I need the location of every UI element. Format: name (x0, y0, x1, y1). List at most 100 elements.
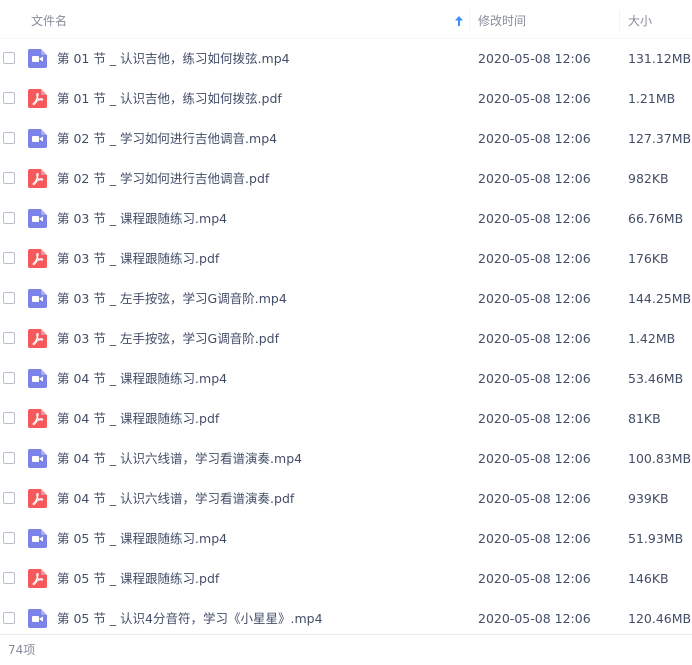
pdf-file-icon (28, 169, 47, 188)
file-name[interactable]: 第 03 节 _ 左手按弦，学习G调音阶.mp4 (57, 279, 287, 319)
file-list-header: 文件名 修改时间 大小 (0, 0, 692, 39)
pdf-file-icon (28, 569, 47, 588)
column-divider[interactable] (469, 10, 470, 32)
file-name[interactable]: 第 05 节 _ 认识4分音符，学习《小星星》.mp4 (57, 599, 323, 639)
file-size: 146KB (628, 571, 669, 586)
file-name[interactable]: 第 02 节 _ 学习如何进行吉他调音.mp4 (57, 119, 277, 159)
row-checkbox[interactable] (3, 332, 15, 344)
file-row[interactable]: 第 04 节 _ 认识六线谱，学习看谱演奏.mp4 2020-05-08 12:0… (0, 439, 692, 479)
sort-ascending-icon[interactable] (453, 0, 465, 39)
file-name[interactable]: 第 01 节 _ 认识吉他，练习如何拨弦.pdf (57, 79, 282, 119)
row-checkbox[interactable] (3, 492, 15, 504)
row-checkbox[interactable] (3, 452, 15, 464)
file-row[interactable]: 第 04 节 _ 课程跟随练习.pdf 2020-05-08 12:06 81KB (0, 399, 692, 439)
file-modified-time: 2020-05-08 12:06 (478, 291, 591, 306)
video-file-icon (28, 529, 47, 548)
file-size: 176KB (628, 251, 669, 266)
file-size: 120.46MB (628, 611, 692, 626)
row-checkbox[interactable] (3, 612, 15, 624)
file-size: 939KB (628, 491, 669, 506)
video-file-icon (28, 289, 47, 308)
file-size: 1.42MB (628, 331, 676, 346)
file-size: 100.83MB (628, 451, 692, 466)
file-modified-time: 2020-05-08 12:06 (478, 211, 591, 226)
file-name[interactable]: 第 04 节 _ 课程跟随练习.mp4 (57, 359, 227, 399)
row-checkbox[interactable] (3, 532, 15, 544)
row-checkbox[interactable] (3, 52, 15, 64)
file-row[interactable]: 第 05 节 _ 课程跟随练习.mp4 2020-05-08 12:06 51.93… (0, 519, 692, 559)
status-bar: 74项 (0, 634, 692, 663)
file-modified-time: 2020-05-08 12:06 (478, 611, 591, 626)
row-checkbox[interactable] (3, 572, 15, 584)
item-count: 74项 (8, 643, 36, 657)
pdf-file-icon (28, 329, 47, 348)
file-row[interactable]: 第 02 节 _ 学习如何进行吉他调音.pdf 2020-05-08 12:06 9… (0, 159, 692, 199)
row-checkbox[interactable] (3, 172, 15, 184)
file-name[interactable]: 第 04 节 _ 认识六线谱，学习看谱演奏.mp4 (57, 439, 302, 479)
file-name[interactable]: 第 03 节 _ 课程跟随练习.mp4 (57, 199, 227, 239)
file-name[interactable]: 第 03 节 _ 课程跟随练习.pdf (57, 239, 219, 279)
column-divider[interactable] (619, 10, 620, 32)
file-name[interactable]: 第 04 节 _ 认识六线谱，学习看谱演奏.pdf (57, 479, 294, 519)
file-modified-time: 2020-05-08 12:06 (478, 131, 591, 146)
file-row[interactable]: 第 03 节 _ 左手按弦，学习G调音阶.mp4 2020-05-08 12:06… (0, 279, 692, 319)
column-header-modified[interactable]: 修改时间 (478, 0, 526, 39)
video-file-icon (28, 209, 47, 228)
column-header-name[interactable]: 文件名 (31, 0, 67, 39)
file-name[interactable]: 第 04 节 _ 课程跟随练习.pdf (57, 399, 219, 439)
file-modified-time: 2020-05-08 12:06 (478, 371, 591, 386)
file-size: 81KB (628, 411, 661, 426)
file-modified-time: 2020-05-08 12:06 (478, 331, 591, 346)
video-file-icon (28, 369, 47, 388)
row-checkbox[interactable] (3, 292, 15, 304)
file-row[interactable]: 第 03 节 _ 课程跟随练习.pdf 2020-05-08 12:06 176KB (0, 239, 692, 279)
file-name[interactable]: 第 05 节 _ 课程跟随练习.pdf (57, 559, 219, 599)
row-checkbox[interactable] (3, 412, 15, 424)
file-modified-time: 2020-05-08 12:06 (478, 91, 591, 106)
file-row[interactable]: 第 05 节 _ 课程跟随练习.pdf 2020-05-08 12:06 146KB (0, 559, 692, 599)
file-modified-time: 2020-05-08 12:06 (478, 251, 591, 266)
file-size: 127.37MB (628, 131, 692, 146)
file-name[interactable]: 第 02 节 _ 学习如何进行吉他调音.pdf (57, 159, 269, 199)
pdf-file-icon (28, 249, 47, 268)
file-name[interactable]: 第 01 节 _ 认识吉他，练习如何拨弦.mp4 (57, 39, 290, 79)
video-file-icon (28, 49, 47, 68)
file-size: 144.25MB (628, 291, 692, 306)
row-checkbox[interactable] (3, 212, 15, 224)
file-name[interactable]: 第 03 节 _ 左手按弦，学习G调音阶.pdf (57, 319, 279, 359)
row-checkbox[interactable] (3, 92, 15, 104)
file-list: 文件名 修改时间 大小 第 01 节 _ 认识吉他，练习如何拨弦.mp4 2020… (0, 0, 692, 663)
column-header-size[interactable]: 大小 (628, 0, 652, 39)
file-modified-time: 2020-05-08 12:06 (478, 411, 591, 426)
file-size: 982KB (628, 171, 669, 186)
pdf-file-icon (28, 409, 47, 428)
file-row[interactable]: 第 03 节 _ 课程跟随练习.mp4 2020-05-08 12:06 66.76… (0, 199, 692, 239)
file-modified-time: 2020-05-08 12:06 (478, 171, 591, 186)
file-name[interactable]: 第 05 节 _ 课程跟随练习.mp4 (57, 519, 227, 559)
video-file-icon (28, 449, 47, 468)
file-modified-time: 2020-05-08 12:06 (478, 51, 591, 66)
file-row[interactable]: 第 01 节 _ 认识吉他，练习如何拨弦.pdf 2020-05-08 12:06… (0, 79, 692, 119)
file-row[interactable]: 第 02 节 _ 学习如何进行吉他调音.mp4 2020-05-08 12:06 1… (0, 119, 692, 159)
file-size: 1.21MB (628, 91, 676, 106)
file-modified-time: 2020-05-08 12:06 (478, 451, 591, 466)
file-size: 131.12MB (628, 51, 692, 66)
file-modified-time: 2020-05-08 12:06 (478, 531, 591, 546)
file-modified-time: 2020-05-08 12:06 (478, 491, 591, 506)
file-row[interactable]: 第 03 节 _ 左手按弦，学习G调音阶.pdf 2020-05-08 12:06… (0, 319, 692, 359)
file-size: 66.76MB (628, 211, 684, 226)
row-checkbox[interactable] (3, 132, 15, 144)
file-row[interactable]: 第 04 节 _ 认识六线谱，学习看谱演奏.pdf 2020-05-08 12:0… (0, 479, 692, 519)
video-file-icon (28, 129, 47, 148)
file-row[interactable]: 第 05 节 _ 认识4分音符，学习《小星星》.mp4 2020-05-08 12… (0, 599, 692, 639)
row-checkbox[interactable] (3, 252, 15, 264)
video-file-icon (28, 609, 47, 628)
row-checkbox[interactable] (3, 372, 15, 384)
file-row[interactable]: 第 01 节 _ 认识吉他，练习如何拨弦.mp4 2020-05-08 12:06… (0, 39, 692, 79)
pdf-file-icon (28, 89, 47, 108)
file-modified-time: 2020-05-08 12:06 (478, 571, 591, 586)
file-size: 53.46MB (628, 371, 684, 386)
file-size: 51.93MB (628, 531, 684, 546)
file-row[interactable]: 第 04 节 _ 课程跟随练习.mp4 2020-05-08 12:06 53.46… (0, 359, 692, 399)
pdf-file-icon (28, 489, 47, 508)
